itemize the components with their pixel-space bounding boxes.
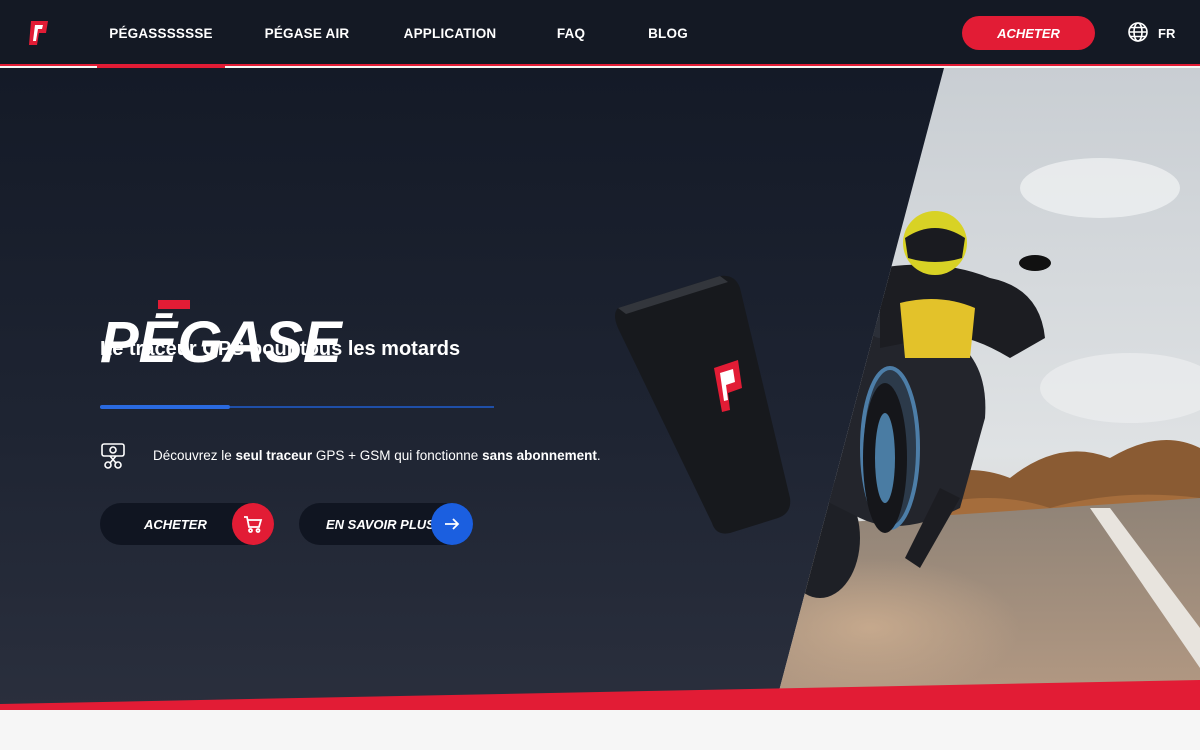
nav-item-pegase[interactable]: PÉGASSSSSSE xyxy=(97,0,225,68)
hero-section: PĒGASE Le traceur GPS pour tous les mota… xyxy=(0,68,1200,710)
learn-more-button[interactable]: EN SAVOIR PLUS xyxy=(299,503,473,545)
language-selector[interactable]: FR xyxy=(1127,20,1175,46)
pegase-logo[interactable] xyxy=(26,18,52,48)
feature-description: Découvrez le seul traceur GPS + GSM qui … xyxy=(153,448,601,463)
page-below-fold xyxy=(0,710,1200,750)
nav-item-faq[interactable]: FAQ xyxy=(548,0,594,66)
progress-divider xyxy=(100,405,494,409)
globe-icon xyxy=(1127,21,1149,46)
hero-tagline: Le traceur GPS pour tous les motards xyxy=(100,338,461,360)
cart-icon xyxy=(232,503,274,545)
nav-item-blog[interactable]: BLOG xyxy=(640,0,696,66)
nav-item-pegase-air[interactable]: PÉGASE AIR xyxy=(258,0,356,66)
buy-cta-button[interactable]: ACHETER xyxy=(100,503,274,545)
top-navigation: PÉGASSSSSSE PÉGASE AIR APPLICATION FAQ B… xyxy=(0,0,1200,68)
learn-more-label: EN SAVOIR PLUS xyxy=(326,516,435,532)
arrow-right-icon xyxy=(431,503,473,545)
nav-item-application[interactable]: APPLICATION xyxy=(395,0,505,66)
buy-cta-label: ACHETER xyxy=(144,516,207,532)
divider-progress-fill xyxy=(100,405,230,409)
red-accent-stripe xyxy=(0,680,1200,710)
money-cut-icon xyxy=(100,442,126,470)
language-code: FR xyxy=(1158,25,1176,41)
buy-button-header[interactable]: ACHETER xyxy=(962,16,1095,50)
